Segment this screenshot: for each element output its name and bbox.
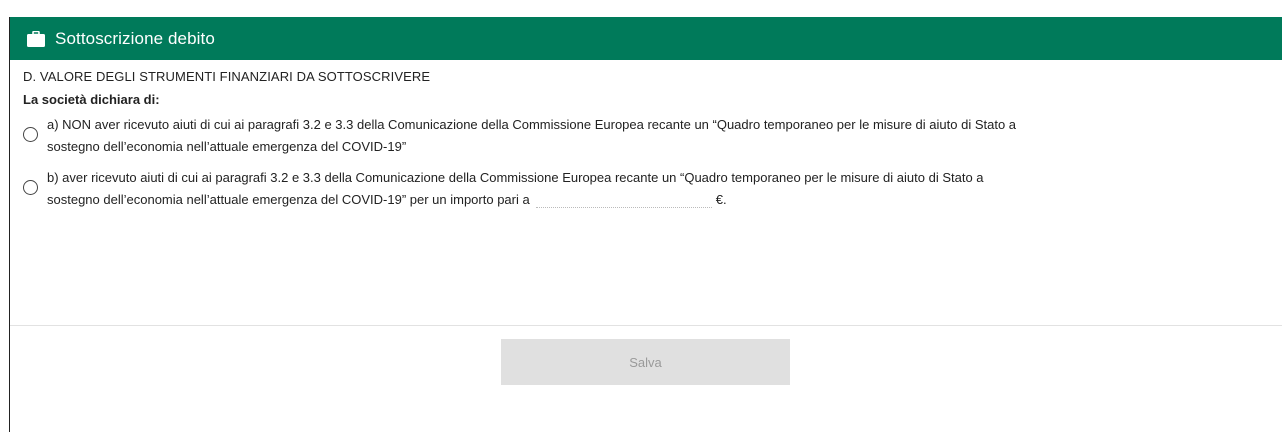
option-a-text: a) NON aver ricevuto aiuti di cui ai par… xyxy=(47,114,1016,158)
option-b-line2-row: sostegno dell’economia nell’attuale emer… xyxy=(47,189,984,211)
option-b-text: b) aver ricevuto aiuti di cui ai paragra… xyxy=(47,167,984,211)
declares-label: La società dichiara di: xyxy=(23,92,160,107)
option-b-line2: sostegno dell’economia nell’attuale emer… xyxy=(47,192,530,207)
subscription-panel: Sottoscrizione debito D. VALORE DEGLI ST… xyxy=(9,17,1282,432)
panel-header: Sottoscrizione debito xyxy=(10,17,1282,60)
panel-title: Sottoscrizione debito xyxy=(55,28,215,48)
section-title: D. VALORE DEGLI STRUMENTI FINANZIARI DA … xyxy=(23,69,431,84)
option-a-line2: sostegno dell’economia nell’attuale emer… xyxy=(47,139,407,154)
option-a-line1: a) NON aver ricevuto aiuti di cui ai par… xyxy=(47,117,1017,132)
currency-suffix: €. xyxy=(715,192,727,207)
briefcase-icon xyxy=(26,29,46,49)
option-b-line1: b) aver ricevuto aiuti di cui ai paragra… xyxy=(47,170,984,185)
option-b-radio[interactable] xyxy=(23,180,38,195)
amount-input[interactable] xyxy=(535,192,712,208)
save-button[interactable]: Salva xyxy=(501,339,790,385)
option-a-radio[interactable] xyxy=(23,127,38,142)
option-b[interactable]: b) aver ricevuto aiuti di cui ai paragra… xyxy=(23,167,1273,211)
footer-divider xyxy=(10,325,1282,326)
option-a[interactable]: a) NON aver ricevuto aiuti di cui ai par… xyxy=(23,114,1273,158)
